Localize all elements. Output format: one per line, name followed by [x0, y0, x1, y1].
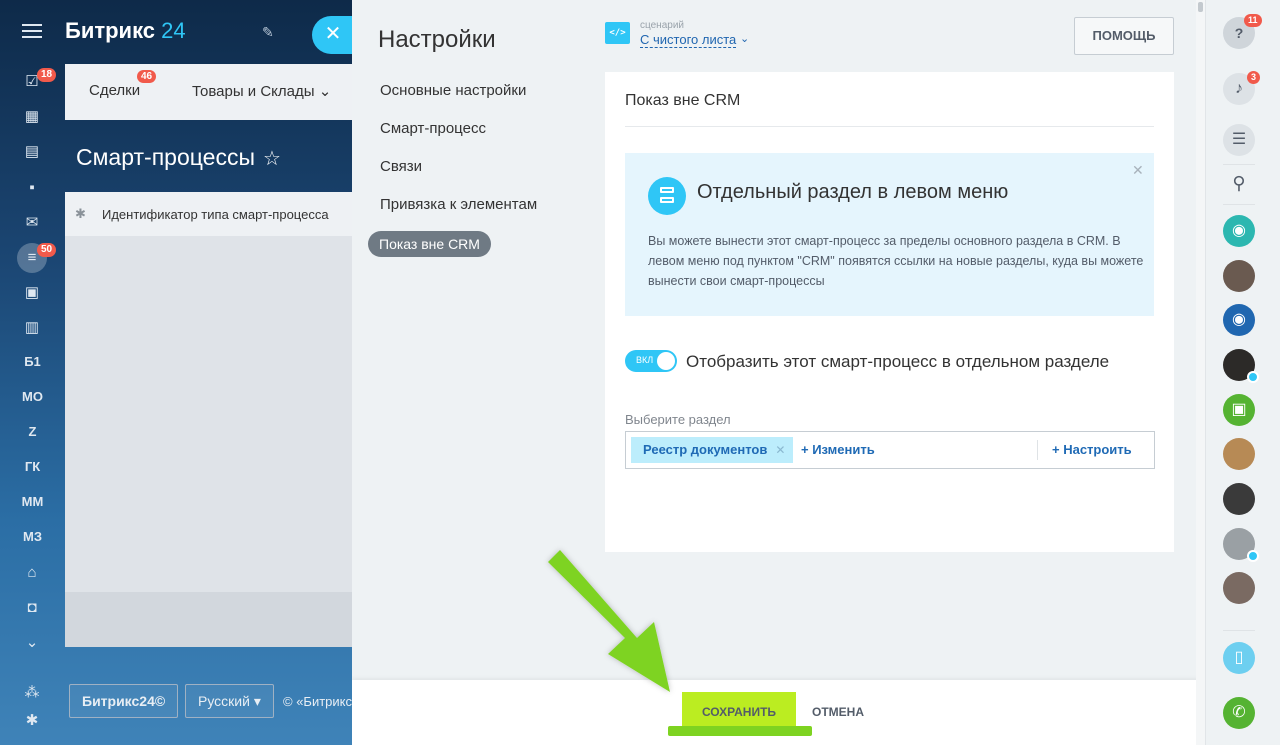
remove-tag-icon[interactable]: ✕ [775, 437, 785, 463]
grid-column-header[interactable]: Идентификатор типа смарт-процесса [102, 207, 329, 222]
mail-icon[interactable]: ✉ [22, 213, 42, 233]
menu-item-binding[interactable]: Привязка к элементам [380, 196, 537, 213]
phone-icon[interactable]: ✆ [1223, 697, 1255, 729]
scrollbar-thumb[interactable] [1198, 2, 1203, 12]
nav-item-mz[interactable]: МЗ [0, 529, 65, 544]
info-title: Отдельный раздел в левом меню [697, 181, 1009, 203]
toggle-knob [657, 352, 675, 370]
copyright-text: © «Битрикс [283, 694, 352, 709]
nav-item-mo[interactable]: МО [0, 389, 65, 404]
drive-icon[interactable]: ▤ [22, 142, 42, 162]
avatar[interactable] [1223, 260, 1255, 292]
select-section-label: Выберите раздел [625, 412, 731, 427]
grid-header: ✱ Идентификатор типа смарт-процесса [65, 192, 352, 236]
help-button[interactable]: ПОМОЩЬ [1074, 17, 1174, 55]
green-arrow-annotation [548, 550, 670, 692]
bitrix24-logo[interactable]: Битрикс 24 [65, 18, 186, 44]
crm-tabs: Сделки 46 Товары и Склады ⌄ [65, 64, 352, 120]
help-badge: 11 [1244, 14, 1262, 27]
settings-slider: Настройки </> сценарий С чистого листа ⌄… [352, 0, 1205, 745]
grid-gear-icon[interactable]: ✱ [75, 206, 86, 222]
configure-link[interactable]: + Настроить [1052, 442, 1132, 457]
caret-down-icon: ▾ [253, 693, 261, 709]
robot-icon[interactable]: ◘ [22, 598, 42, 618]
chevron-down-icon: ⌄ [318, 83, 332, 100]
mobile-app-icon[interactable]: ▯ [1223, 642, 1255, 674]
group-icon[interactable]: ◉ [1223, 304, 1255, 336]
close-slider-button[interactable]: ✕ [312, 16, 354, 54]
contacts-icon[interactable]: ▣ [22, 283, 42, 303]
menu-icon[interactable] [22, 24, 42, 42]
card-title: Показ вне CRM [625, 92, 741, 109]
tasks-badge: 18 [37, 68, 57, 82]
save-underline-highlight [668, 726, 812, 736]
toggle-label: ВКЛ [636, 355, 654, 365]
notifications-badge: 3 [1247, 71, 1261, 84]
crm-badge: 50 [37, 243, 57, 257]
scrollbar[interactable] [1196, 0, 1205, 745]
menu-item-show-outside-crm[interactable]: Показ вне CRM [368, 231, 491, 257]
documents-icon[interactable]: ▥ [22, 318, 42, 338]
show-section-toggle[interactable]: ВКЛ [625, 350, 677, 372]
language-select[interactable]: Русский ▾ [185, 684, 274, 718]
left-nav: ☑ 18 ▦ ▤ ▪ ✉ ≡ 50 ▣ ▥ Б1 МО Z ГК ММ МЗ ⌂… [0, 0, 65, 745]
tab-deals[interactable]: Сделки [89, 82, 140, 99]
portal-footer: Битрикс24© Русский ▾ © «Битрикс [65, 680, 352, 745]
menu-item-main-settings[interactable]: Основные настройки [380, 82, 526, 99]
nav-item-z[interactable]: Z [0, 424, 65, 439]
section-icon [648, 177, 686, 215]
footer-logo-button[interactable]: Битрикс24© [69, 684, 179, 718]
info-text: Вы можете вынести этот смарт-процесс за … [648, 234, 1144, 288]
menu-item-links[interactable]: Связи [380, 158, 422, 175]
status-dot [1247, 550, 1259, 562]
scenario-label: сценарий [640, 20, 684, 31]
divider [1223, 630, 1255, 631]
divider [1223, 204, 1255, 205]
close-icon[interactable]: ✕ [1132, 162, 1144, 179]
grid-footer [65, 592, 352, 647]
divider [625, 126, 1154, 127]
selected-section-tag[interactable]: Реестр документов ✕ [631, 437, 794, 463]
settings-gear-icon[interactable]: ✱ [22, 711, 42, 731]
grid-area: ✱ Идентификатор типа смарт-процесса [65, 192, 352, 647]
more-chevron-icon[interactable]: ⌄ [22, 633, 42, 653]
deals-badge: 46 [137, 70, 157, 83]
info-box: Отдельный раздел в левом меню ✕ Вы может… [625, 153, 1154, 316]
code-icon: </> [605, 22, 630, 44]
chevron-down-icon[interactable]: ⌄ [740, 32, 749, 45]
menu-item-smart-process[interactable]: Смарт-процесс [380, 120, 486, 137]
star-icon[interactable]: ☆ [263, 148, 281, 170]
change-link[interactable]: + Изменить [801, 442, 875, 457]
separator [1037, 440, 1038, 460]
avatar[interactable] [1223, 483, 1255, 515]
cancel-button[interactable]: ОТМЕНА [812, 705, 864, 719]
scenario-select[interactable]: С чистого листа [640, 32, 737, 48]
slider-title: Настройки [378, 26, 496, 53]
messages-icon[interactable]: ☰ [1223, 124, 1255, 156]
right-bar: ? 11 ♪ 3 ☰ ⚲ ◉ ◉ ▣ ▯ ✆ [1205, 0, 1280, 745]
search-icon[interactable]: ⚲ [1223, 167, 1255, 199]
sitemap-icon[interactable]: ⁂ [22, 683, 42, 703]
nav-item-b1[interactable]: Б1 [0, 354, 65, 369]
lock-icon[interactable]: ▣ [1223, 394, 1255, 426]
settings-card: Показ вне CRM Отдельный раздел в левом м… [605, 72, 1174, 552]
chat-icon[interactable]: ▪ [22, 178, 42, 198]
divider [1223, 164, 1255, 165]
store-icon[interactable]: ⌂ [22, 563, 42, 583]
avatar[interactable] [1223, 572, 1255, 604]
calendar-icon[interactable]: ▦ [22, 107, 42, 127]
pencil-icon[interactable]: ✎ [262, 24, 274, 41]
group-chat-icon[interactable]: ◉ [1223, 215, 1255, 247]
nav-item-mm[interactable]: ММ [0, 494, 65, 509]
avatar[interactable] [1223, 438, 1255, 470]
nav-item-gk[interactable]: ГК [0, 459, 65, 474]
toggle-text: Отобразить этот смарт-процесс в отдельно… [686, 352, 1110, 371]
page-title: Смарт-процессы ☆ [76, 144, 281, 170]
status-dot [1247, 371, 1259, 383]
section-selector[interactable]: Реестр документов ✕ + Изменить + Настроит… [625, 431, 1155, 469]
tab-products[interactable]: Товары и Склады ⌄ [192, 82, 331, 100]
